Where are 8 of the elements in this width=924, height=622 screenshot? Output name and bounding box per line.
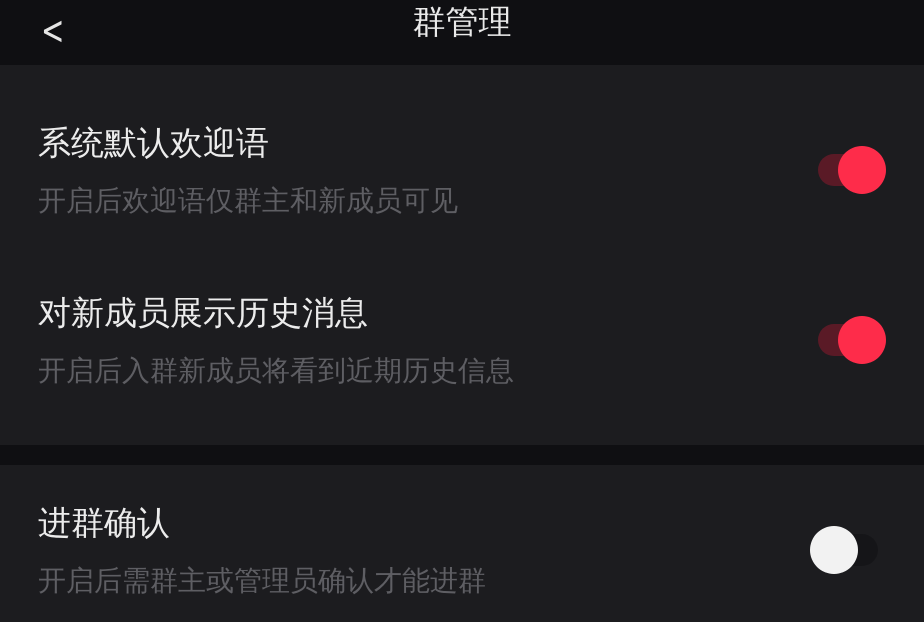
setting-description: 开启后欢迎语仅群主和新成员可见 — [38, 182, 458, 218]
setting-description: 开启后入群新成员将看到近期历史信息 — [38, 352, 514, 388]
setting-title: 对新成员展示历史消息 — [38, 292, 369, 334]
setting-title: 系统默认欢迎语 — [38, 122, 270, 164]
page-title: 群管理 — [412, 1, 512, 43]
back-button[interactable]: < — [36, 8, 69, 54]
setting-title: 进群确认 — [38, 502, 171, 544]
setting-description: 开启后需群主或管理员确认才能进群 — [38, 562, 486, 598]
